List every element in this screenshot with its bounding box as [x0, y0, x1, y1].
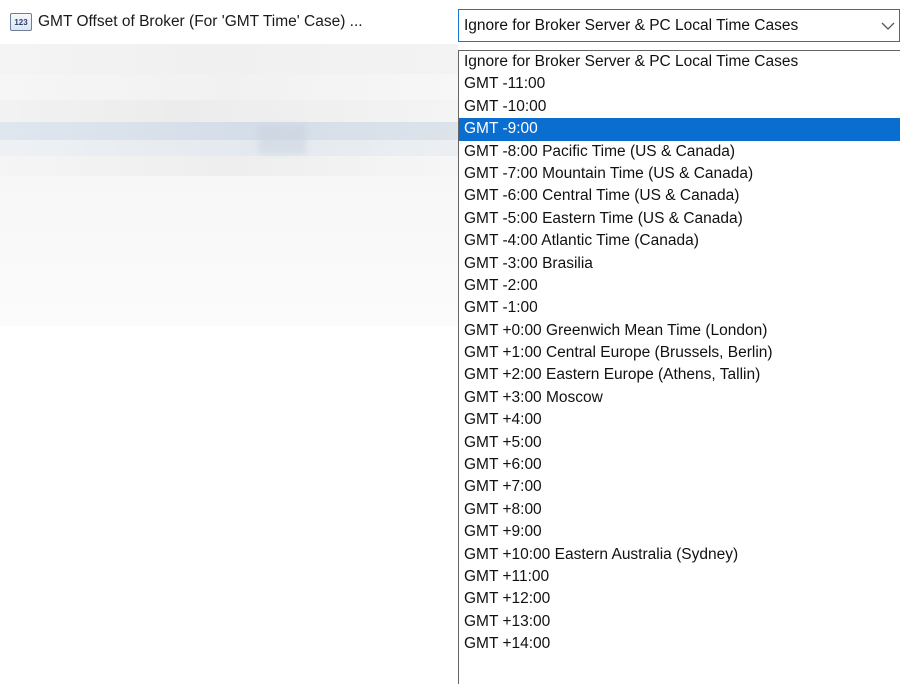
dropdown-option[interactable]: GMT -10:00 — [459, 96, 900, 118]
blurred-grid-cell — [258, 124, 306, 154]
dropdown-option[interactable]: GMT -6:00 Central Time (US & Canada) — [459, 185, 900, 207]
gmt-offset-combobox[interactable]: Ignore for Broker Server & PC Local Time… — [458, 9, 900, 42]
dropdown-option[interactable]: GMT +13:00 — [459, 611, 900, 633]
blurred-grid-row — [0, 122, 458, 140]
dropdown-option[interactable]: GMT -1:00 — [459, 297, 900, 319]
dropdown-option[interactable]: GMT +10:00 Eastern Australia (Sydney) — [459, 544, 900, 566]
dropdown-option[interactable]: GMT -5:00 Eastern Time (US & Canada) — [459, 208, 900, 230]
blurred-grid-row — [0, 44, 458, 74]
blurred-grid-row — [0, 74, 458, 100]
dropdown-option[interactable]: GMT +3:00 Moscow — [459, 387, 900, 409]
dropdown-option[interactable]: GMT -9:00 — [459, 118, 900, 141]
dropdown-option[interactable]: GMT +6:00 — [459, 454, 900, 476]
numeric-123-icon: 123 — [10, 13, 32, 31]
property-grid-window: 123 GMT Offset of Broker (For 'GMT Time'… — [0, 0, 900, 684]
dropdown-option[interactable]: GMT +8:00 — [459, 499, 900, 521]
blurred-grid-row — [0, 100, 458, 122]
dropdown-option[interactable]: GMT +11:00 — [459, 566, 900, 588]
dropdown-option[interactable]: GMT +12:00 — [459, 588, 900, 610]
property-row-gmt-offset[interactable]: 123 GMT Offset of Broker (For 'GMT Time'… — [0, 0, 900, 44]
blurred-grid-row — [0, 176, 458, 326]
dropdown-option[interactable]: GMT +1:00 Central Europe (Brussels, Berl… — [459, 342, 900, 364]
dropdown-option[interactable]: GMT +0:00 Greenwich Mean Time (London) — [459, 320, 900, 342]
dropdown-option[interactable]: GMT +4:00 — [459, 409, 900, 431]
dropdown-option[interactable]: GMT +14:00 — [459, 633, 900, 655]
dropdown-option[interactable]: GMT -2:00 — [459, 275, 900, 297]
chevron-down-icon[interactable] — [877, 11, 899, 41]
dropdown-option[interactable]: GMT -3:00 Brasilia — [459, 253, 900, 275]
property-name-label: GMT Offset of Broker (For 'GMT Time' Cas… — [38, 13, 363, 30]
combobox-selected-value: Ignore for Broker Server & PC Local Time… — [464, 16, 799, 34]
dropdown-option[interactable]: GMT -4:00 Atlantic Time (Canada) — [459, 230, 900, 252]
dropdown-option[interactable]: Ignore for Broker Server & PC Local Time… — [459, 51, 900, 73]
gmt-offset-dropdown-list[interactable]: Ignore for Broker Server & PC Local Time… — [458, 50, 900, 684]
dropdown-option[interactable]: GMT -7:00 Mountain Time (US & Canada) — [459, 163, 900, 185]
blurred-grid-row — [0, 156, 458, 176]
dropdown-option[interactable]: GMT -8:00 Pacific Time (US & Canada) — [459, 141, 900, 163]
dropdown-option[interactable]: GMT +9:00 — [459, 521, 900, 543]
blurred-grid-row — [0, 140, 458, 156]
dropdown-option[interactable]: GMT -11:00 — [459, 73, 900, 95]
dropdown-option[interactable]: GMT +2:00 Eastern Europe (Athens, Tallin… — [459, 364, 900, 386]
property-grid-background — [0, 44, 458, 684]
dropdown-option[interactable]: GMT +5:00 — [459, 432, 900, 454]
property-name-cell[interactable]: 123 GMT Offset of Broker (For 'GMT Time'… — [0, 0, 457, 44]
dropdown-option[interactable]: GMT +7:00 — [459, 476, 900, 498]
